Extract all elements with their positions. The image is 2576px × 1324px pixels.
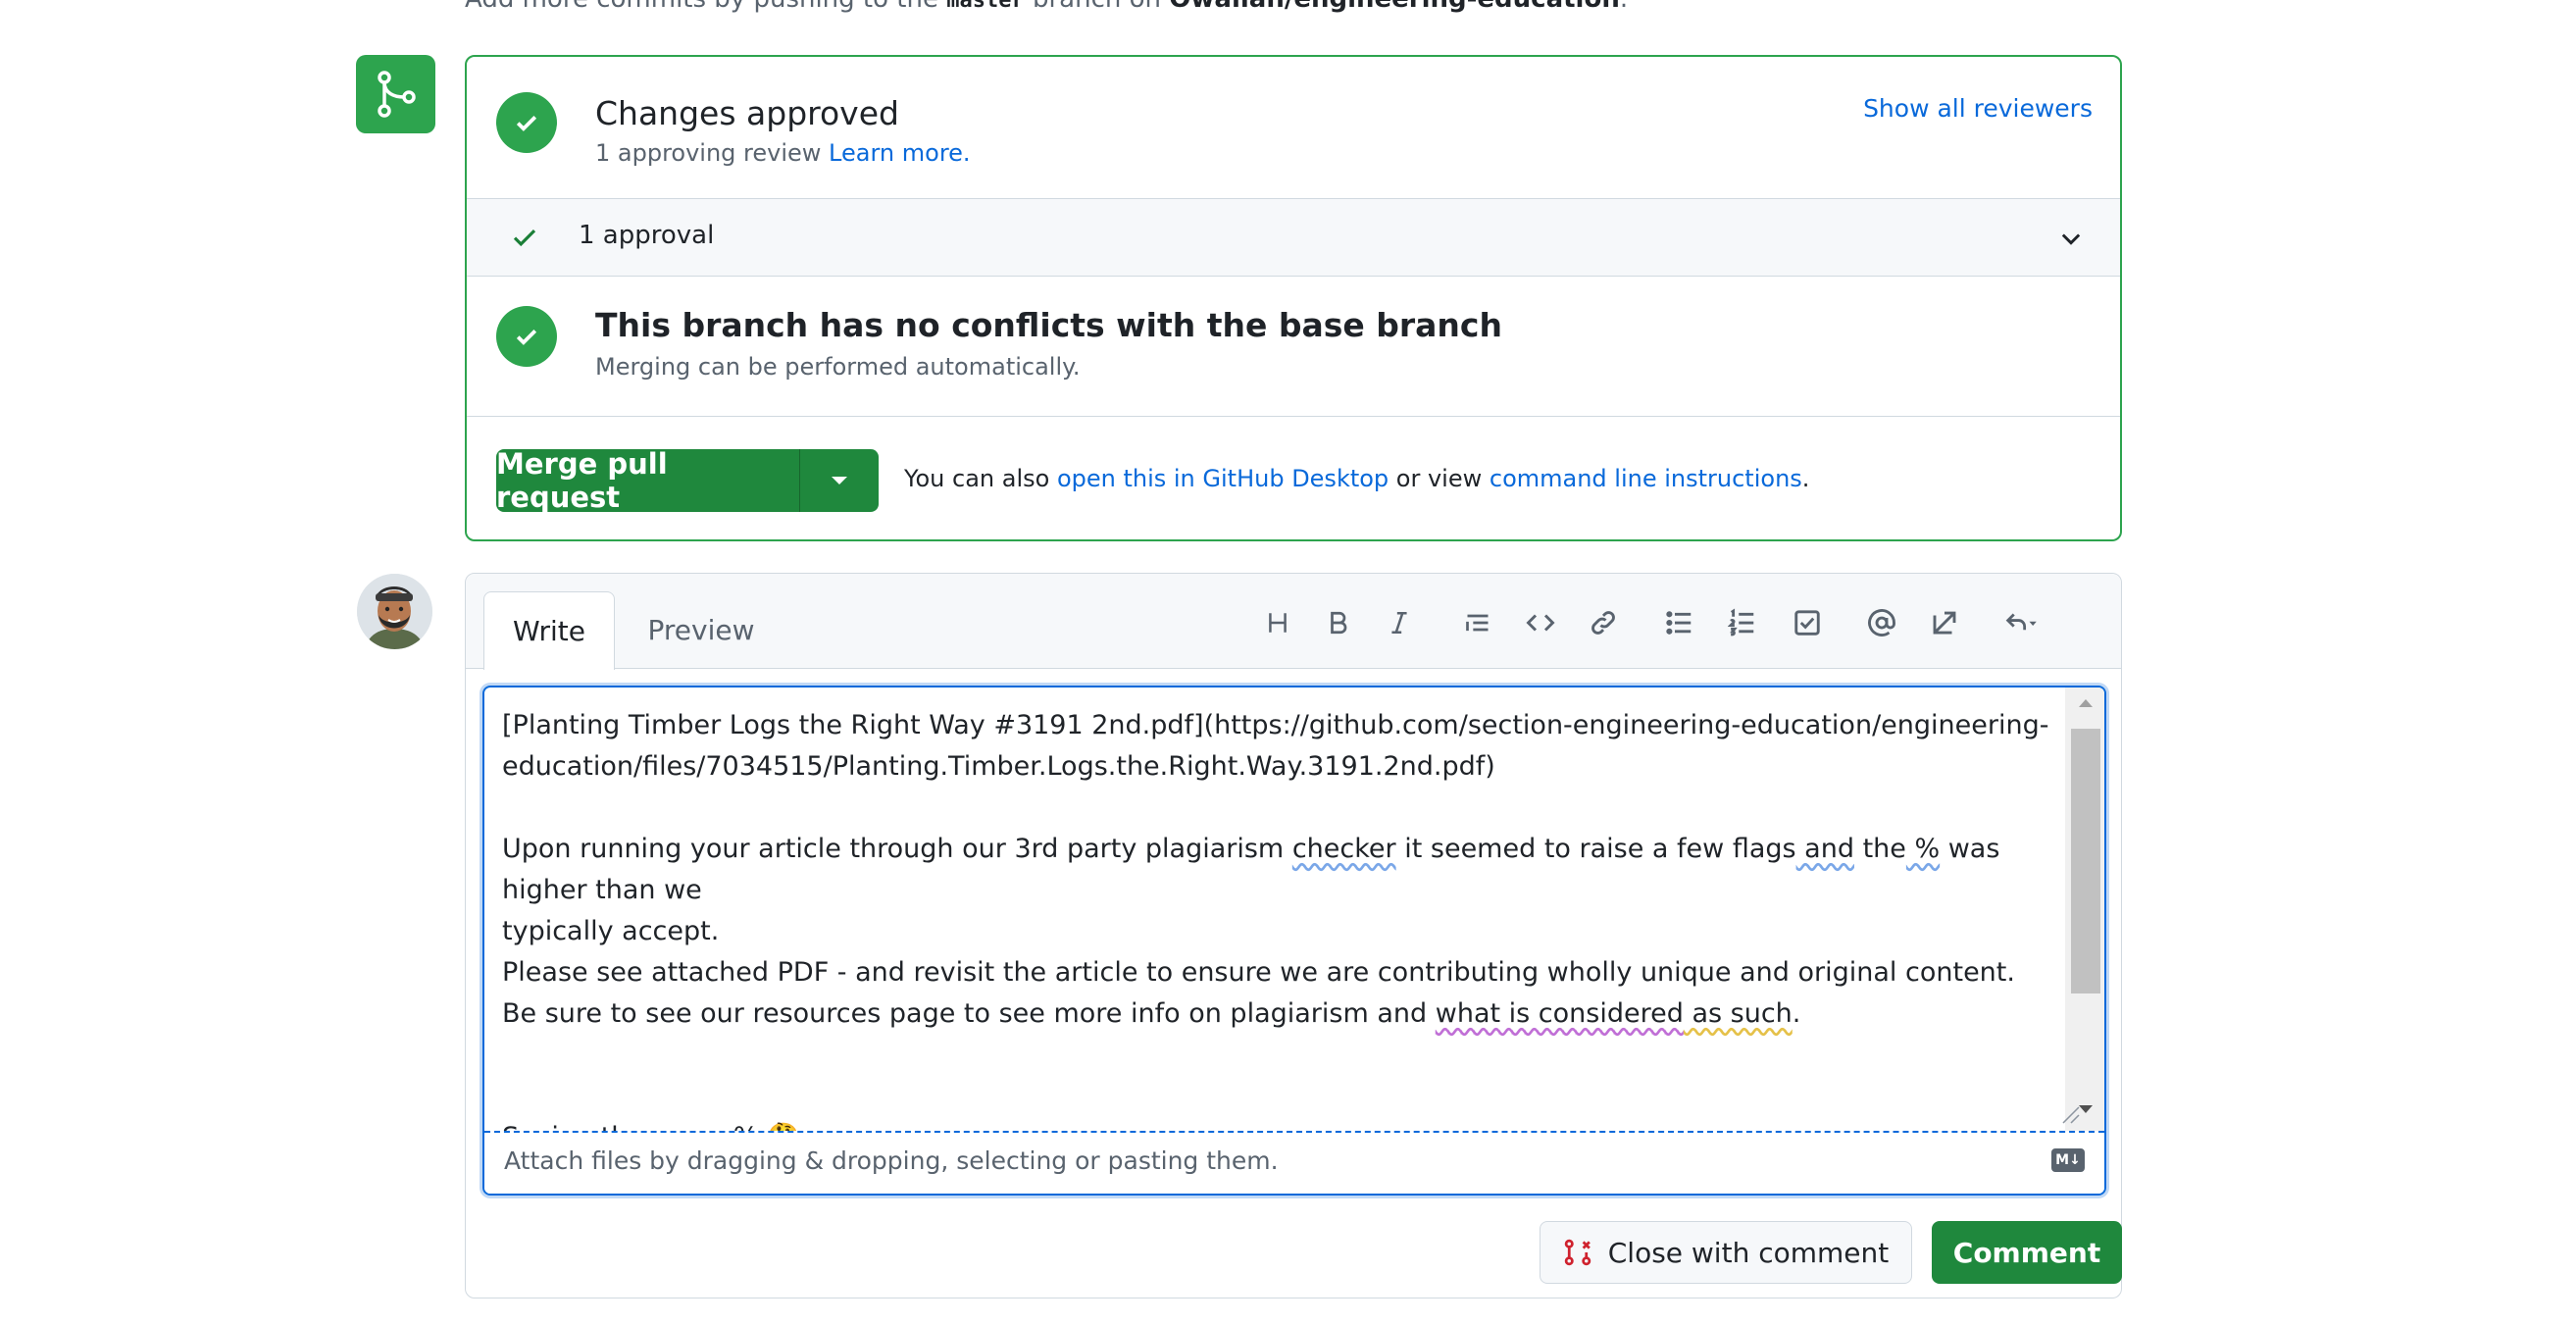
caret-down-icon — [832, 477, 847, 484]
merge-alt-suffix: . — [1801, 465, 1810, 492]
text-paragraph: Upon running your article through our 3r… — [502, 829, 2065, 911]
command-line-instructions-link[interactable]: command line instructions — [1490, 465, 1802, 492]
text-run: it seemed to raise a few flags — [1395, 834, 1796, 864]
approval-subtitle-text: 1 approving review — [595, 139, 830, 167]
merge-alt-middle: or view — [1389, 465, 1490, 492]
approval-subtitle: 1 approving review Learn more. — [595, 139, 971, 167]
text-run: Upon running your article through our 3r… — [502, 834, 1292, 864]
attach-files-hint: Attach files by dragging & dropping, sel… — [504, 1146, 1279, 1175]
comment-tabbar: Write Preview — [466, 574, 2121, 670]
close-with-comment-label: Close with comment — [1607, 1236, 1890, 1269]
bold-icon[interactable] — [1315, 599, 1362, 646]
merge-button-group: Merge pull request — [496, 449, 879, 512]
approvals-label: 1 approval — [579, 221, 715, 250]
push-hint-suffix: . — [1620, 0, 1628, 14]
text-run: Be sure to see our resources page to see… — [502, 998, 1436, 1029]
github-desktop-link[interactable]: open this in GitHub Desktop — [1057, 465, 1389, 492]
comment-box: Write Preview [Planting Timber Logs the … — [465, 573, 2122, 1299]
editor-scrollbar[interactable] — [2065, 687, 2104, 1131]
spellcheck-word: % — [1905, 834, 1941, 864]
no-conflicts-title: This branch has no conflicts with the ba… — [595, 306, 1502, 344]
push-hint-prefix: Add more commits by pushing to the — [465, 0, 946, 14]
no-conflicts-check-icon — [496, 306, 557, 367]
link-icon[interactable] — [1580, 599, 1627, 646]
grammar-phrase: what is considered — [1435, 998, 1684, 1029]
branch-name: master — [946, 0, 1025, 13]
tab-write[interactable]: Write — [483, 591, 615, 670]
avatar[interactable] — [357, 574, 432, 649]
text-line: education/files/7034515/Planting.Timber.… — [502, 751, 1495, 782]
scrollbar-thumb[interactable] — [2071, 729, 2100, 993]
approvals-row[interactable]: 1 approval — [467, 198, 2120, 277]
chevron-down-icon[interactable] — [2057, 225, 2085, 252]
push-hint-middle: branch on — [1025, 0, 1170, 14]
text-line: [Planting Timber Logs the Right Way #319… — [502, 710, 2049, 740]
comment-textarea[interactable]: [Planting Timber Logs the Right Way #319… — [484, 687, 2065, 1152]
pull-request-closed-icon — [1564, 1239, 1591, 1266]
reference-icon[interactable] — [1921, 599, 1968, 646]
user-avatar-image — [357, 574, 432, 649]
spellcheck-word: checker — [1291, 834, 1396, 864]
learn-more-link[interactable]: Learn more. — [829, 139, 971, 167]
comment-button[interactable]: Comment — [1932, 1221, 2122, 1284]
close-with-comment-button[interactable]: Close with comment — [1540, 1221, 1912, 1284]
bulleted-list-icon[interactable] — [1656, 599, 1703, 646]
markdown-icon[interactable]: M↓ — [2051, 1148, 2085, 1172]
spellcheck-word: and — [1795, 834, 1854, 864]
comment-editor[interactable]: [Planting Timber Logs the Right Way #319… — [482, 686, 2106, 1196]
check-icon — [513, 229, 536, 247]
merge-badge — [356, 55, 435, 133]
text-line: typically accept. — [502, 916, 720, 946]
merge-box: Changes approved 1 approving review Lear… — [465, 55, 2122, 541]
merge-alternatives: You can also open this in GitHub Desktop… — [904, 465, 1809, 492]
no-conflicts-subtitle: Merging can be performed automatically. — [595, 353, 1081, 381]
text-line: Please see attached PDF - and revisit th… — [502, 957, 2015, 988]
resize-handle-icon[interactable] — [2059, 1103, 2081, 1125]
undo-icon[interactable] — [1986, 599, 2056, 646]
merge-alt-prefix: You can also — [904, 465, 1057, 492]
task-list-icon[interactable] — [1784, 599, 1831, 646]
text-run: . — [1792, 998, 1801, 1029]
merge-pull-request-button[interactable]: Merge pull request — [496, 449, 800, 512]
approved-check-icon — [496, 92, 557, 153]
heading-icon[interactable] — [1254, 599, 1301, 646]
style-phrase: as such — [1683, 998, 1793, 1029]
code-icon[interactable] — [1517, 599, 1564, 646]
git-merge-icon — [377, 71, 416, 118]
approval-title: Changes approved — [595, 94, 899, 132]
text-run: the — [1853, 834, 1906, 864]
attach-files-bar[interactable]: Attach files by dragging & dropping, sel… — [484, 1106, 2104, 1194]
text-paragraph: Be sure to see our resources page to see… — [502, 993, 2065, 1035]
scroll-up-icon[interactable] — [2077, 697, 2095, 709]
repo-name[interactable]: Owallah/engineering-education — [1169, 0, 1620, 14]
show-all-reviewers-link[interactable]: Show all reviewers — [1863, 94, 2093, 123]
merge-options-dropdown[interactable] — [800, 449, 879, 512]
quote-icon[interactable] — [1454, 599, 1501, 646]
italic-icon[interactable] — [1376, 599, 1423, 646]
divider — [467, 416, 2120, 417]
mention-icon[interactable] — [1858, 599, 1905, 646]
numbered-list-icon[interactable] — [1719, 599, 1766, 646]
tab-preview[interactable]: Preview — [637, 591, 765, 669]
push-hint: Add more commits by pushing to the maste… — [465, 0, 1628, 14]
